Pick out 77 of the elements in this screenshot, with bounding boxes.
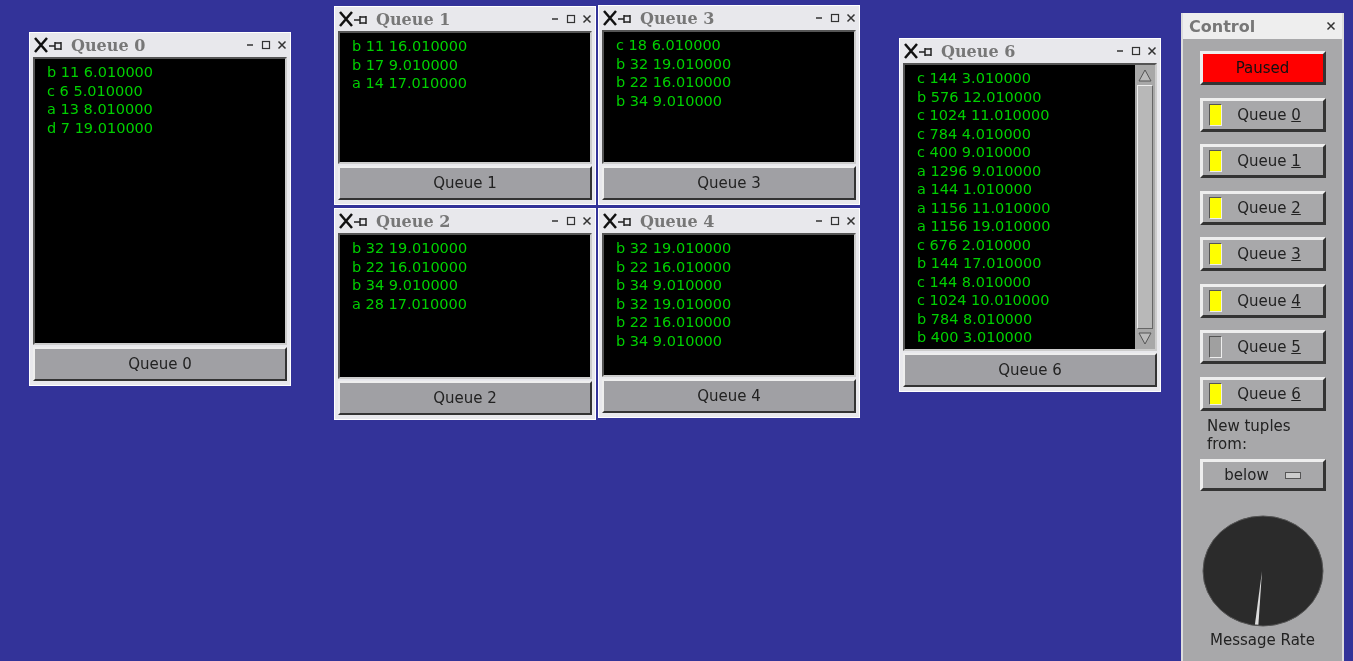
queue-toggle[interactable]: Queue 2 — [1199, 190, 1326, 225]
tuple-line: a 1156 19.010000 — [917, 217, 1052, 236]
tuple-line: b 32 19.010000 — [616, 54, 733, 73]
close-icon[interactable] — [582, 14, 592, 24]
tuple-line: c 676 2.010000 — [917, 235, 1033, 254]
tuple-line: a 1156 11.010000 — [917, 198, 1052, 217]
scroll-thumb[interactable] — [1137, 85, 1153, 329]
tuple-line: b 784 8.010000 — [917, 309, 1034, 328]
tuple-line: b 11 16.010000 — [352, 37, 469, 56]
tuple-line: c 400 9.010000 — [917, 143, 1033, 162]
tuple-line: c 18 6.010000 — [616, 36, 722, 55]
queue-toggle[interactable]: Queue 1 — [1199, 144, 1326, 178]
queue-button[interactable]: Queue 3 — [602, 166, 856, 200]
window-title: Queue 6 — [941, 41, 1016, 61]
tuple-line: b 17 9.010000 — [352, 55, 460, 74]
tuple-line: c 1024 10.010000 — [917, 291, 1051, 310]
tuple-line: b 22 16.010000 — [352, 257, 469, 276]
tuple-line: b 34 9.010000 — [616, 91, 724, 110]
tuple-line: b 22 16.010000 — [616, 257, 733, 276]
queue-button[interactable]: Queue 4 — [602, 379, 856, 413]
close-icon[interactable] — [846, 216, 856, 226]
queue-toggle[interactable]: Queue 0 — [1199, 97, 1326, 132]
tuple-line: b 400 3.010000 — [917, 328, 1034, 347]
tuple-line: b 32 19.010000 — [616, 294, 733, 313]
paused-button[interactable]: Paused — [1199, 51, 1326, 85]
tuple-line: b 32 19.010000 — [616, 239, 733, 258]
close-icon[interactable] — [846, 13, 856, 23]
maximize-icon[interactable] — [1131, 46, 1141, 56]
dial-label: Message Rate — [1210, 631, 1315, 649]
queue-toggle[interactable]: Queue 3 — [1199, 237, 1326, 271]
tuple-line: c 6 5.010000 — [47, 81, 144, 100]
tuple-line: b 34 9.010000 — [616, 331, 724, 350]
tuple-line: b 11 6.010000 — [47, 63, 155, 82]
window-title: Queue 1 — [376, 9, 451, 29]
tuple-line: a 14 17.010000 — [352, 74, 468, 93]
tuple-line: b 144 17.010000 — [917, 254, 1043, 273]
tuple-line: a 144 1.010000 — [917, 180, 1033, 199]
tuple-line: c 784 4.010000 — [917, 124, 1033, 143]
close-icon[interactable] — [582, 216, 592, 226]
queue-toggle[interactable]: Queue 4 — [1199, 283, 1326, 318]
tuple-line: b 34 9.010000 — [352, 276, 460, 295]
maximize-icon[interactable] — [566, 14, 576, 24]
tuple-line: b 34 9.010000 — [616, 276, 724, 295]
scrollbar[interactable] — [1135, 65, 1155, 349]
tuple-line: c 144 8.010000 — [917, 272, 1033, 291]
queue-button[interactable]: Queue 1 — [338, 166, 592, 200]
source-dropdown[interactable]: below — [1199, 459, 1326, 491]
maximize-icon[interactable] — [566, 216, 576, 226]
window-title: Queue 4 — [640, 211, 715, 231]
tuple-line: a 13 8.010000 — [47, 100, 154, 119]
close-icon[interactable] — [1147, 46, 1157, 56]
queue-button[interactable]: Queue 0 — [33, 347, 287, 381]
close-icon[interactable] — [1326, 21, 1336, 31]
tuple-line: b 576 12.010000 — [917, 87, 1043, 106]
tuple-line: c 1024 11.010000 — [917, 106, 1051, 125]
tuple-line: a 28 17.010000 — [352, 294, 468, 313]
maximize-icon[interactable] — [830, 216, 840, 226]
queue-toggle[interactable]: Queue 6 — [1199, 376, 1326, 411]
window-title: Queue 2 — [376, 211, 451, 231]
window-title: Queue 0 — [71, 35, 146, 55]
tuple-line: b 32 19.010000 — [352, 239, 469, 258]
queue-toggle[interactable]: Queue 5 — [1199, 330, 1326, 364]
maximize-icon[interactable] — [261, 40, 271, 50]
tuple-line: b 22 16.010000 — [616, 313, 733, 332]
tuple-line: c 144 3.010000 — [917, 69, 1033, 88]
maximize-icon[interactable] — [830, 13, 840, 23]
source-label: New tuples from: — [1207, 417, 1292, 453]
queue-button[interactable]: Queue 6 — [903, 353, 1157, 387]
tuple-line: b 22 16.010000 — [616, 73, 733, 92]
close-icon[interactable] — [277, 40, 287, 50]
tuple-line: a 1296 9.010000 — [917, 161, 1043, 180]
queue-button[interactable]: Queue 2 — [338, 381, 592, 415]
scroll-down-icon[interactable] — [1137, 331, 1153, 347]
scroll-up-icon[interactable] — [1137, 67, 1153, 83]
tuple-line: d 7 19.010000 — [47, 118, 155, 137]
window-title: Control — [1189, 16, 1256, 36]
window-title: Queue 3 — [640, 8, 715, 28]
